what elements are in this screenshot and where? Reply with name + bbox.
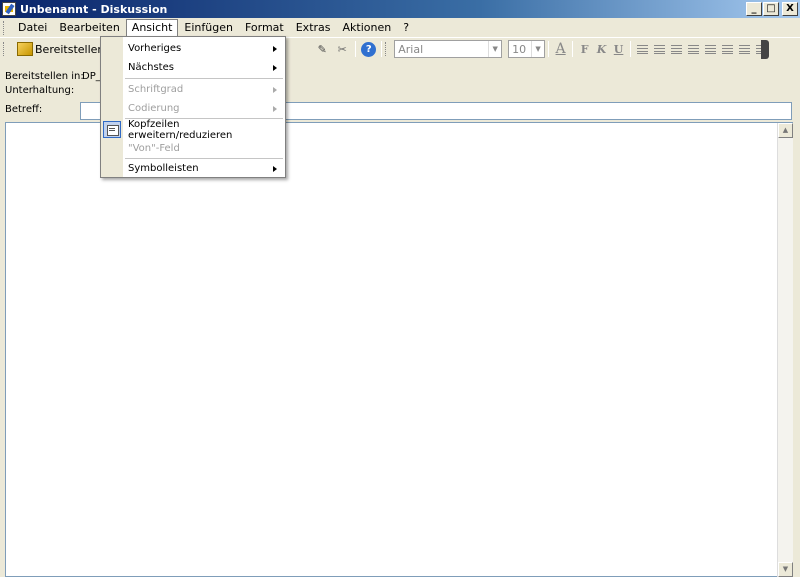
- menu-item-from-field: "Von"-Feld: [101, 139, 285, 158]
- toolbar-separator: [355, 41, 357, 57]
- decrease-indent-icon: [721, 44, 733, 54]
- subject-label: Betreff:: [5, 104, 43, 115]
- discussion-app-icon: [2, 2, 16, 16]
- menu-item-label: Kopfzeilen erweitern/reduzieren: [128, 118, 233, 141]
- align-center-icon: [654, 44, 666, 54]
- menu-item-next[interactable]: Nächstes: [101, 58, 285, 77]
- menu-item-label: Codierung: [128, 103, 180, 114]
- submenu-arrow-icon: [273, 45, 277, 52]
- menu-item-label: Vorheriges: [128, 43, 182, 54]
- underline-button[interactable]: U: [610, 40, 627, 58]
- close-button[interactable]: X: [782, 2, 798, 16]
- maximize-button[interactable]: □: [763, 2, 779, 16]
- menu-item-font-size: Schriftgrad: [101, 80, 285, 99]
- chevron-down-icon[interactable]: ▼: [531, 41, 544, 57]
- help-icon[interactable]: ?: [361, 41, 377, 57]
- bullets-button[interactable]: [685, 40, 702, 58]
- conversation-label: Unterhaltung:: [5, 85, 75, 96]
- menu-separator: [125, 78, 283, 79]
- toolbar-separator: [630, 41, 632, 57]
- menu-datei[interactable]: Datei: [12, 19, 53, 37]
- bullets-icon: [688, 44, 699, 54]
- scroll-up-icon[interactable]: ▲: [778, 123, 793, 138]
- message-body-editor[interactable]: [5, 122, 793, 577]
- menu-bar: Datei Bearbeiten Ansicht Einfügen Format…: [0, 18, 800, 38]
- menu-item-label: "Von"-Feld: [128, 143, 180, 154]
- post-icon: [17, 42, 33, 56]
- menu-bearbeiten[interactable]: Bearbeiten: [53, 19, 125, 37]
- menu-einfuegen[interactable]: Einfügen: [178, 19, 239, 37]
- submenu-arrow-icon: [273, 105, 277, 112]
- title-bar: Unbenannt - Diskussion _ □ X: [0, 0, 800, 18]
- submenu-arrow-icon: [273, 64, 277, 71]
- italic-button[interactable]: K: [593, 40, 610, 58]
- window-title: Unbenannt - Diskussion: [20, 2, 168, 16]
- chevron-down-icon[interactable]: ▼: [488, 41, 501, 57]
- menu-item-label: Nächstes: [128, 62, 174, 73]
- menu-aktionen[interactable]: Aktionen: [337, 19, 398, 37]
- menubar-grip-handle[interactable]: [3, 20, 6, 35]
- scroll-down-icon[interactable]: ▼: [778, 562, 793, 577]
- minimize-button[interactable]: _: [746, 2, 762, 16]
- menu-format[interactable]: Format: [239, 19, 290, 37]
- menu-item-previous[interactable]: Vorheriges: [101, 39, 285, 58]
- align-right-icon: [671, 44, 683, 54]
- numbering-icon: [704, 44, 716, 54]
- align-left-icon: [637, 44, 649, 54]
- window-controls: _ □ X: [745, 2, 798, 16]
- submenu-arrow-icon: [273, 86, 277, 93]
- increase-indent-icon: [738, 44, 750, 54]
- post-button[interactable]: Bereitstellen: [12, 39, 107, 59]
- menu-item-toolbars[interactable]: Symbolleisten: [101, 159, 285, 178]
- bold-button[interactable]: F: [576, 40, 593, 58]
- toolbar-separator: [572, 41, 574, 57]
- submenu-arrow-icon: [273, 165, 277, 172]
- toolbar-grip-handle[interactable]: [3, 42, 6, 56]
- cut-icon[interactable]: ✂: [334, 41, 350, 57]
- increase-indent-button[interactable]: [736, 40, 753, 58]
- align-left-button[interactable]: [634, 40, 651, 58]
- menu-item-label: Schriftgrad: [128, 84, 184, 95]
- header-toggle-icon: [103, 121, 121, 138]
- align-right-button[interactable]: [668, 40, 685, 58]
- decrease-indent-button[interactable]: [719, 40, 736, 58]
- toolbar-options-chevron[interactable]: [761, 40, 769, 59]
- font-color-button[interactable]: A: [552, 40, 569, 58]
- toolbar-separator: [548, 41, 550, 57]
- insert-file-icon[interactable]: ✎: [314, 41, 330, 57]
- toolbar-separator: [381, 41, 383, 57]
- numbering-button[interactable]: [702, 40, 719, 58]
- align-center-button[interactable]: [651, 40, 668, 58]
- font-name-combo[interactable]: Arial ▼: [394, 40, 503, 58]
- view-menu-dropdown: Vorheriges Nächstes Schriftgrad Codierun…: [100, 36, 286, 178]
- menu-extras[interactable]: Extras: [290, 19, 337, 37]
- menu-item-toggle-headers[interactable]: Kopfzeilen erweitern/reduzieren: [101, 118, 285, 141]
- menu-item-label: Symbolleisten: [128, 163, 199, 174]
- format-toolbar-grip-handle[interactable]: [385, 42, 388, 56]
- vertical-scrollbar[interactable]: ▲ ▼: [777, 123, 793, 577]
- menu-ansicht[interactable]: Ansicht: [125, 18, 179, 37]
- menu-help[interactable]: ?: [397, 19, 415, 37]
- post-in-label: Bereitstellen in:: [5, 71, 84, 82]
- font-name-value: Arial: [398, 42, 424, 56]
- font-size-combo[interactable]: 10 ▼: [508, 40, 546, 58]
- font-size-value: 10: [512, 42, 527, 56]
- post-button-label: Bereitstellen: [35, 42, 105, 56]
- menu-item-encoding: Codierung: [101, 99, 285, 118]
